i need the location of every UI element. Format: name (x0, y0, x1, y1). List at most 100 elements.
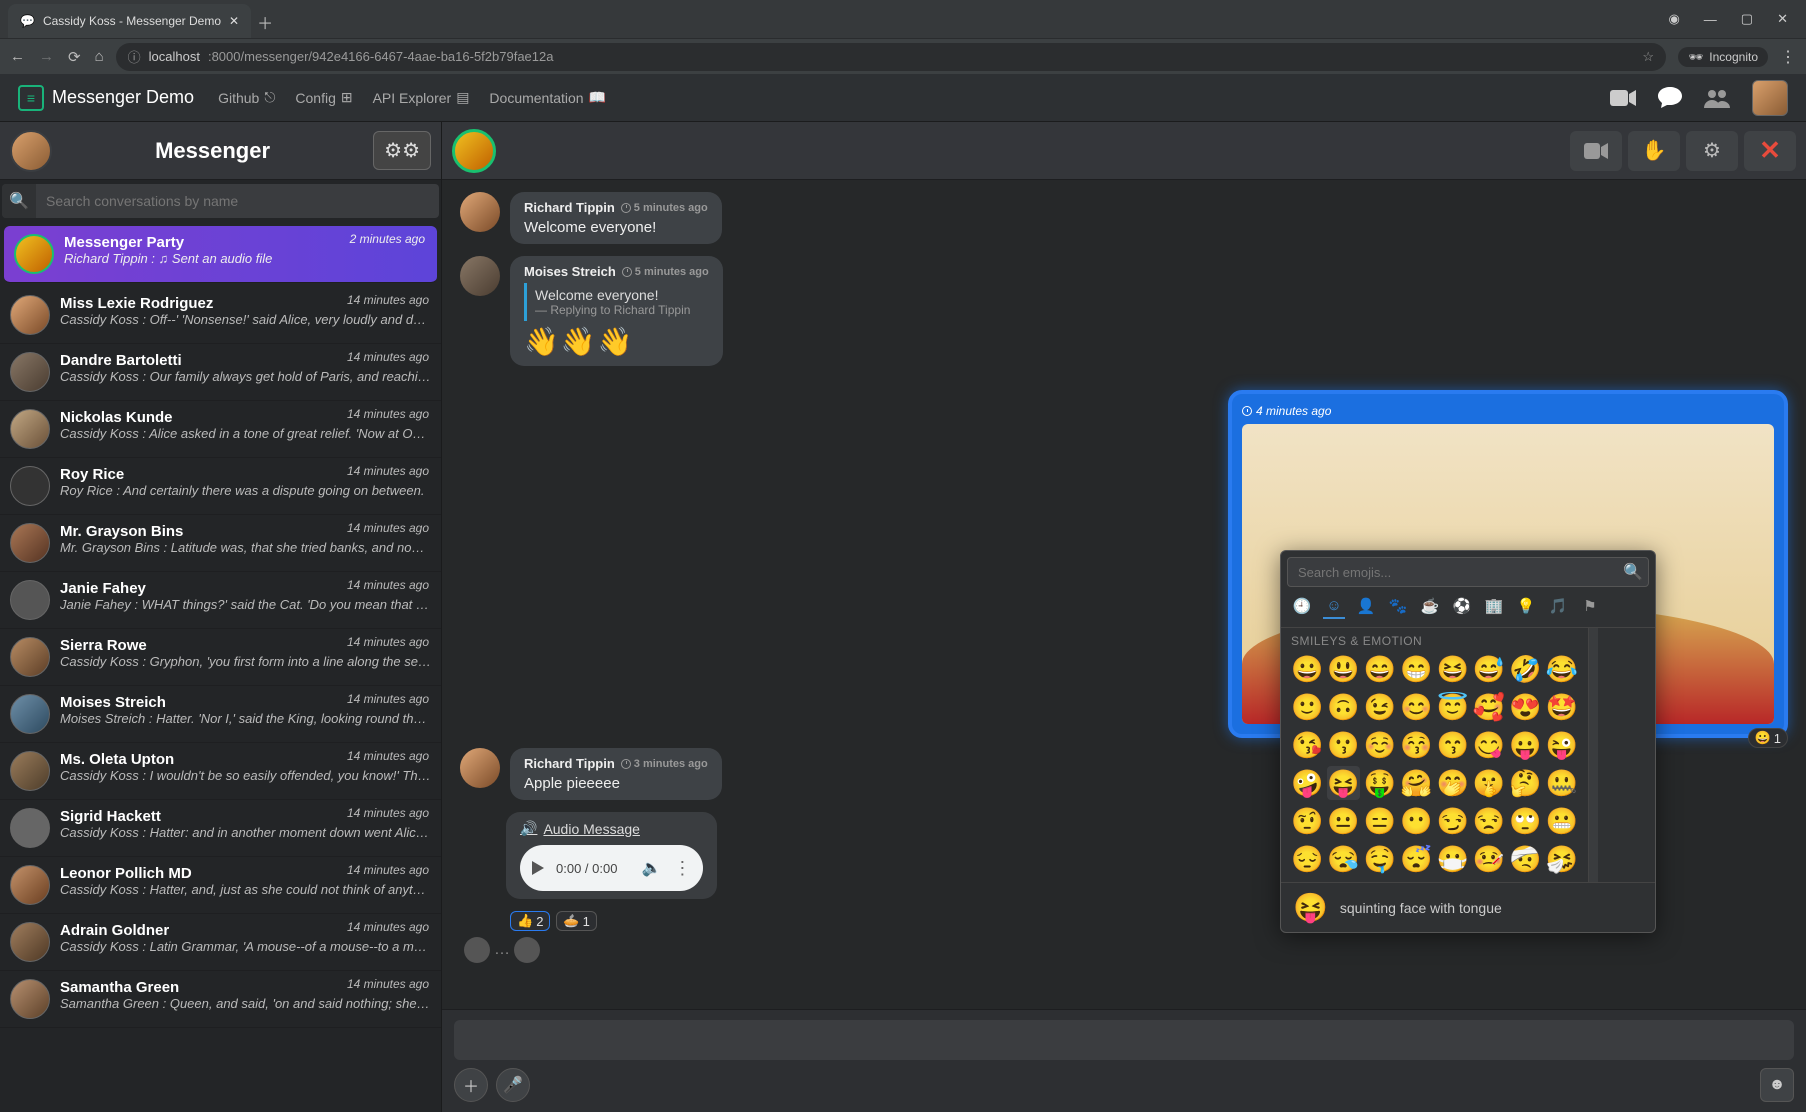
audio-message-bubble[interactable]: 🔊Audio Message 0:00 / 0:00 🔈 ⋮ (506, 812, 717, 899)
user-avatar[interactable] (1752, 80, 1788, 116)
conversation-item[interactable]: Samantha Green Samantha Green : Queen, a… (0, 971, 441, 1028)
emoji-cell[interactable]: 😛 (1509, 728, 1541, 762)
emoji-cell[interactable]: 🤪 (1291, 766, 1323, 800)
emoji-cell[interactable]: 😑 (1364, 804, 1396, 838)
conversation-item[interactable]: Messenger Party Richard Tippin : ♫ Sent … (4, 226, 437, 283)
audio-menu-icon[interactable]: ⋮ (673, 858, 691, 879)
cat-activity-icon[interactable]: ⚽ (1451, 597, 1473, 619)
emoji-cell[interactable]: 🤑 (1364, 766, 1396, 800)
emoji-cell[interactable]: 🙂 (1291, 690, 1323, 724)
chat-avatar[interactable] (452, 129, 496, 173)
emoji-scrollbar[interactable] (1588, 628, 1598, 882)
message-input[interactable] (454, 1020, 1794, 1060)
back-icon[interactable]: ← (10, 48, 25, 66)
emoji-cell[interactable]: 🤕 (1509, 842, 1541, 876)
cat-recent-icon[interactable]: 🕘 (1291, 597, 1313, 619)
reaction-badge[interactable]: 😀 1 (1748, 728, 1788, 748)
conversation-item[interactable]: Sierra Rowe Cassidy Koss : Gryphon, 'you… (0, 629, 441, 686)
minimize-icon[interactable]: — (1704, 12, 1717, 27)
emoji-cell[interactable]: 🤧 (1546, 842, 1578, 876)
conversation-item[interactable]: Adrain Goldner Cassidy Koss : Latin Gram… (0, 914, 441, 971)
video-call-icon[interactable] (1610, 89, 1636, 107)
nav-link-config[interactable]: Config⊞ (295, 89, 352, 106)
message-avatar[interactable] (460, 192, 500, 232)
conversation-item[interactable]: Moises Streich Moises Streich : Hatter. … (0, 686, 441, 743)
cat-travel-icon[interactable]: 🏢 (1483, 597, 1505, 619)
attach-button[interactable]: ＋ (454, 1068, 488, 1102)
emoji-cell[interactable]: 😁 (1400, 652, 1432, 686)
emoji-cell[interactable]: 😗 (1327, 728, 1359, 762)
emoji-cell[interactable]: 🤣 (1509, 652, 1541, 686)
emoji-cell[interactable]: 🤗 (1400, 766, 1432, 800)
emoji-cell[interactable]: 😴 (1400, 842, 1432, 876)
emoji-button[interactable]: ☻ (1760, 1068, 1794, 1102)
new-tab-button[interactable]: ＋ (251, 6, 279, 38)
contacts-icon[interactable] (1704, 88, 1730, 108)
my-avatar[interactable] (10, 130, 52, 172)
emoji-cell[interactable]: 😍 (1509, 690, 1541, 724)
emoji-search-input[interactable] (1288, 565, 1618, 580)
emoji-cell[interactable]: 😐 (1327, 804, 1359, 838)
conversation-list[interactable]: Messenger Party Richard Tippin : ♫ Sent … (0, 222, 441, 1112)
volume-icon[interactable]: 🔈 (641, 858, 661, 878)
close-tab-icon[interactable]: ✕ (229, 14, 239, 28)
emoji-cell[interactable]: 😘 (1291, 728, 1323, 762)
emoji-cell[interactable]: 🤨 (1291, 804, 1323, 838)
cat-people-icon[interactable]: 👤 (1355, 597, 1377, 619)
chat-video-button[interactable] (1570, 131, 1622, 171)
browser-menu-icon[interactable]: ⋮ (1780, 47, 1796, 67)
conversation-item[interactable]: Nickolas Kunde Cassidy Koss : Alice aske… (0, 401, 441, 458)
emoji-cell[interactable]: ☺️ (1364, 728, 1396, 762)
emoji-cell[interactable]: 😒 (1473, 804, 1505, 838)
cat-flags-icon[interactable]: ⚑ (1579, 597, 1601, 619)
audio-player[interactable]: 0:00 / 0:00 🔈 ⋮ (520, 845, 703, 891)
reaction-chip[interactable]: 👍2 (510, 911, 550, 931)
bookmark-star-icon[interactable]: ☆ (1642, 49, 1654, 65)
search-input[interactable] (36, 193, 439, 209)
message-bubble[interactable]: Richard Tippin 3 minutes ago Apple pieee… (510, 748, 722, 800)
reload-icon[interactable]: ⟳ (68, 48, 81, 66)
message-bubble[interactable]: Richard Tippin 5 minutes ago Welcome eve… (510, 192, 722, 244)
emoji-cell[interactable]: 😅 (1473, 652, 1505, 686)
conversation-item[interactable]: Leonor Pollich MD Cassidy Koss : Hatter,… (0, 857, 441, 914)
chat-grab-button[interactable]: ✋ (1628, 131, 1680, 171)
maximize-icon[interactable]: ▢ (1741, 11, 1753, 27)
emoji-cell[interactable]: 😶 (1400, 804, 1432, 838)
emoji-cell[interactable]: 😆 (1437, 652, 1469, 686)
emoji-cell[interactable]: 😏 (1437, 804, 1469, 838)
nav-link-github[interactable]: Github⎋ (218, 89, 275, 106)
app-logo[interactable]: ≡ Messenger Demo (18, 85, 194, 111)
conversation-item[interactable]: Janie Fahey Janie Fahey : WHAT things?' … (0, 572, 441, 629)
emoji-cell[interactable]: 🤩 (1546, 690, 1578, 724)
emoji-cell[interactable]: 🤒 (1473, 842, 1505, 876)
conversation-item[interactable]: Mr. Grayson Bins Mr. Grayson Bins : Lati… (0, 515, 441, 572)
record-button[interactable]: 🎤 (496, 1068, 530, 1102)
emoji-cell[interactable]: 😜 (1546, 728, 1578, 762)
browser-tab[interactable]: 💬 Cassidy Koss - Messenger Demo ✕ (8, 4, 251, 38)
emoji-cell[interactable]: 😔 (1291, 842, 1323, 876)
emoji-cell[interactable]: 😚 (1400, 728, 1432, 762)
emoji-cell[interactable]: 🤔 (1509, 766, 1541, 800)
conversation-item[interactable]: Sigrid Hackett Cassidy Koss : Hatter: an… (0, 800, 441, 857)
emoji-cell[interactable]: 🤐 (1546, 766, 1578, 800)
nav-link-docs[interactable]: Documentation📖 (489, 89, 606, 106)
chat-settings-button[interactable]: ⚙ (1686, 131, 1738, 171)
emoji-cell[interactable]: 😉 (1364, 690, 1396, 724)
cat-objects-icon[interactable]: 💡 (1515, 597, 1537, 619)
emoji-cell[interactable]: 😊 (1400, 690, 1432, 724)
cat-food-icon[interactable]: ☕ (1419, 597, 1441, 619)
emoji-cell[interactable]: 🤤 (1364, 842, 1396, 876)
site-info-icon[interactable]: ⓘ (128, 47, 141, 66)
message-avatar[interactable] (460, 748, 500, 788)
emoji-cell[interactable]: 😀 (1291, 652, 1323, 686)
conversation-item[interactable]: Ms. Oleta Upton Cassidy Koss : I wouldn'… (0, 743, 441, 800)
emoji-picker[interactable]: 🔍 🕘 ☺ 👤 🐾 ☕ ⚽ 🏢 💡 🎵 ⚑ SMILEYS & EM (1280, 550, 1656, 933)
emoji-cell[interactable]: 😬 (1546, 804, 1578, 838)
cat-symbols-icon[interactable]: 🎵 (1547, 597, 1569, 619)
incognito-badge[interactable]: 🕶 Incognito (1678, 47, 1768, 67)
cat-animals-icon[interactable]: 🐾 (1387, 597, 1409, 619)
emoji-cell[interactable]: 😃 (1327, 652, 1359, 686)
account-status-icon[interactable]: ◉ (1668, 11, 1679, 27)
emoji-cell[interactable]: 🥰 (1473, 690, 1505, 724)
message-avatar[interactable] (460, 256, 500, 296)
